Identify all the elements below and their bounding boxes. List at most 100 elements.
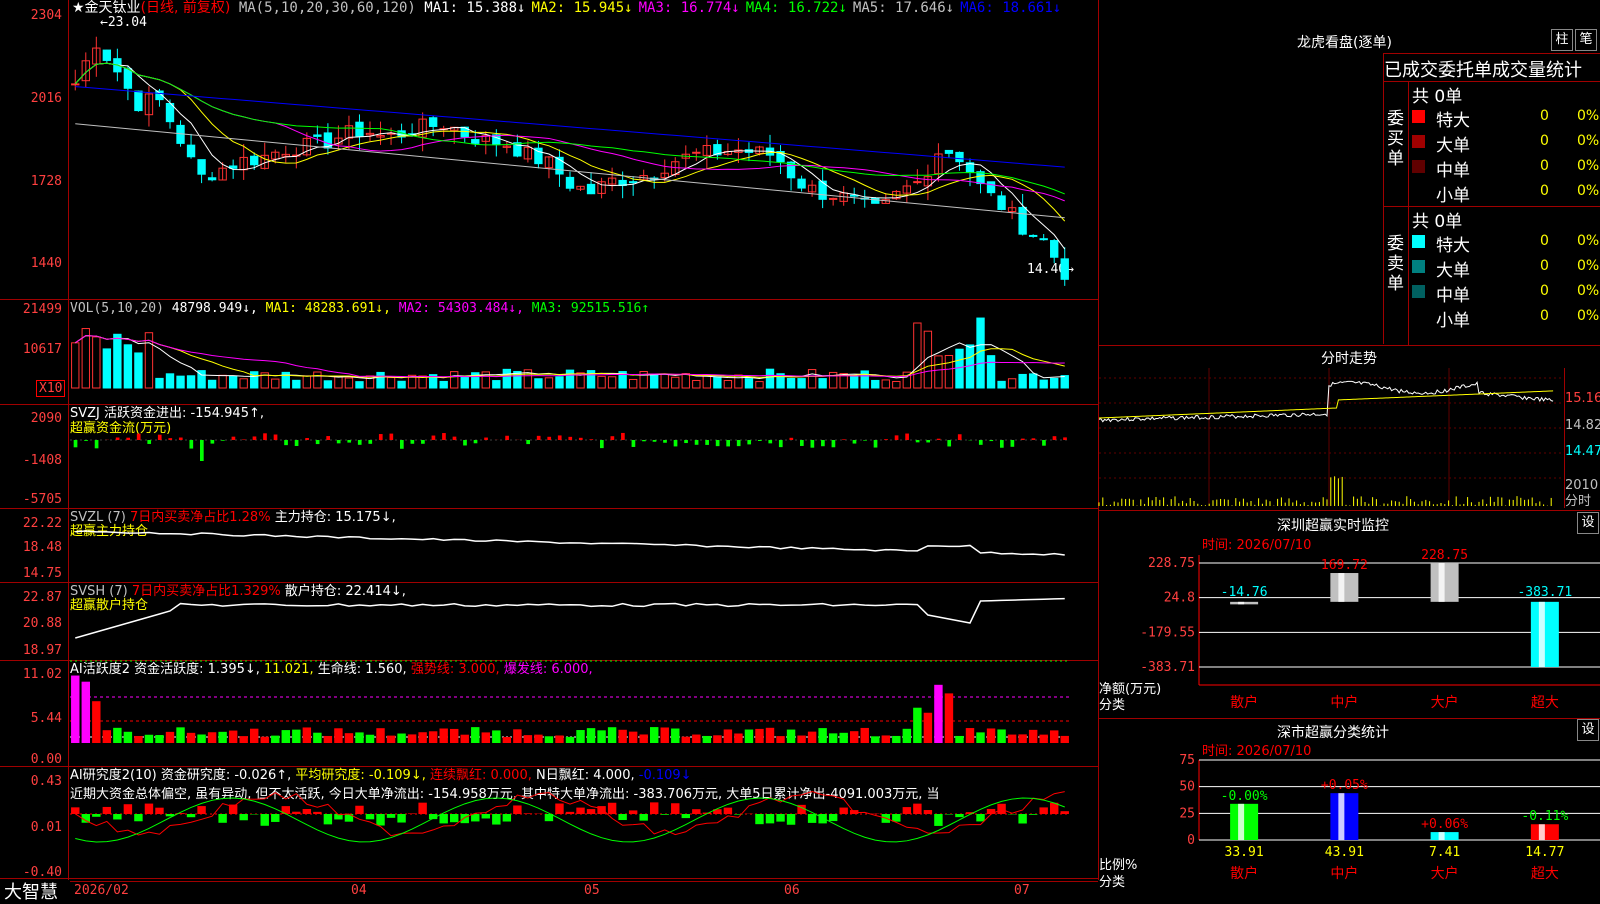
activity-bar [745,730,753,743]
activity-bar [461,735,469,743]
flow-bar [232,437,236,440]
activity-bar [597,730,605,743]
activity-bar [145,735,153,743]
research-bar [492,814,500,825]
volume-bar [882,380,889,388]
ma-legend-item: MA5: 17.646↓ [853,0,954,16]
flow-bar [116,438,120,440]
volume-bar [661,374,668,388]
ma-legend-item: MA4: 16.722↓ [746,0,847,16]
ai-research-chart[interactable] [70,767,1100,878]
activity-bar [208,732,216,743]
research-bar [524,813,532,814]
flow-bar [505,436,509,440]
research-bar [1029,814,1037,815]
intraday-title: 分时走势 [1321,348,1377,368]
research-bar [934,814,942,826]
ai-active-chart[interactable] [70,661,1100,766]
flow-bar [653,440,657,442]
flow-bar [389,434,393,440]
research-bar [629,810,637,814]
activity-bar [397,734,405,743]
activity-bar [1061,736,1069,743]
activity-bar [292,730,300,743]
candle [693,152,700,153]
candlestick-chart[interactable] [70,18,1100,298]
flow-bar [411,440,415,444]
volume-bar [166,374,173,388]
retail-holding-chart[interactable] [70,583,1100,660]
intraday-tick: 14.82 [1565,418,1600,433]
flow-bar [295,440,299,446]
volume-bar [703,376,710,388]
candle [472,140,479,144]
chart-bar-highlight [1539,824,1545,840]
research-bar [587,809,595,814]
main-holding-chart[interactable] [70,509,1100,582]
flow-bar [547,437,551,440]
activity-bar [608,727,616,743]
x-label: 2026/02 [74,883,129,898]
activity-bar [766,728,774,743]
chart-y-tick: -383.71 [1140,660,1195,675]
monitor-settings-button[interactable]: 设 [1577,512,1599,534]
ma-line [75,124,1064,218]
activity-bar [261,737,269,743]
volume-bar [766,369,773,388]
flow-bar [453,437,457,440]
classify-bar-chart[interactable]: 755025033.91散户43.91中户7.41大户14.77超大-0.00%… [1099,760,1600,900]
chart-bar-highlight [1338,793,1344,840]
activity-bar [376,728,384,743]
order-row-count: 0 [1540,283,1549,299]
research-bar [134,814,142,821]
order-row-label: 特大 [1436,106,1470,131]
intraday-chart[interactable] [1099,368,1564,508]
volume-bar [451,372,458,388]
flow-bar [1000,440,1004,448]
candle [251,156,258,165]
volume-bar [314,372,321,388]
activity-bar [82,682,90,743]
flow-bar [474,440,478,443]
flow-bar [263,433,267,440]
volume-bar [156,378,163,388]
chart-y-tick: 25 [1179,806,1195,821]
tick-mode-button[interactable]: 笔 [1575,29,1597,51]
volume-bar [545,378,552,388]
change-label: +0.06% [1421,817,1468,832]
stock-title[interactable]: ★金天钛业 [72,0,141,16]
research-bar [387,814,395,818]
fund-flow-chart[interactable] [70,405,1100,508]
flow-bar [358,440,362,445]
volume-bar [787,378,794,388]
classify-settings-button[interactable]: 设 [1577,719,1599,741]
bar-value-label: 43.91 [1325,845,1364,860]
research-bar [461,814,469,823]
period-label[interactable]: (日线, 前复权) [141,0,231,16]
chart-bar-highlight [1238,804,1244,840]
research-bar [808,814,816,823]
bar-mode-button[interactable]: 柱 [1551,29,1573,51]
activity-bar [450,729,458,743]
bar-value-label: 33.91 [1225,845,1264,860]
activity-bar [545,736,553,743]
activity-bar [524,735,532,743]
flow-bar [579,438,583,440]
order-row-pct: 0% [1577,258,1599,274]
flow-bar [611,436,615,440]
activity-bar [1008,735,1016,743]
monitor-bar-chart[interactable]: 228.7524.8-179.55-383.71-14.76散户169.72中户… [1099,555,1600,715]
flow-bar [789,438,793,440]
volume-chart[interactable] [70,318,1100,404]
flow-bar [484,438,488,440]
activity-bar [639,734,647,743]
chart-bar-highlight [1338,573,1344,602]
research-bar [124,804,132,814]
activity-bar [587,728,595,743]
flow-bar [537,436,541,440]
research-bar [892,814,900,822]
chart-bar [1431,563,1459,602]
order-row: 特大00% [1412,106,1600,128]
volume-bar [914,323,921,388]
holding-line [75,531,1064,555]
